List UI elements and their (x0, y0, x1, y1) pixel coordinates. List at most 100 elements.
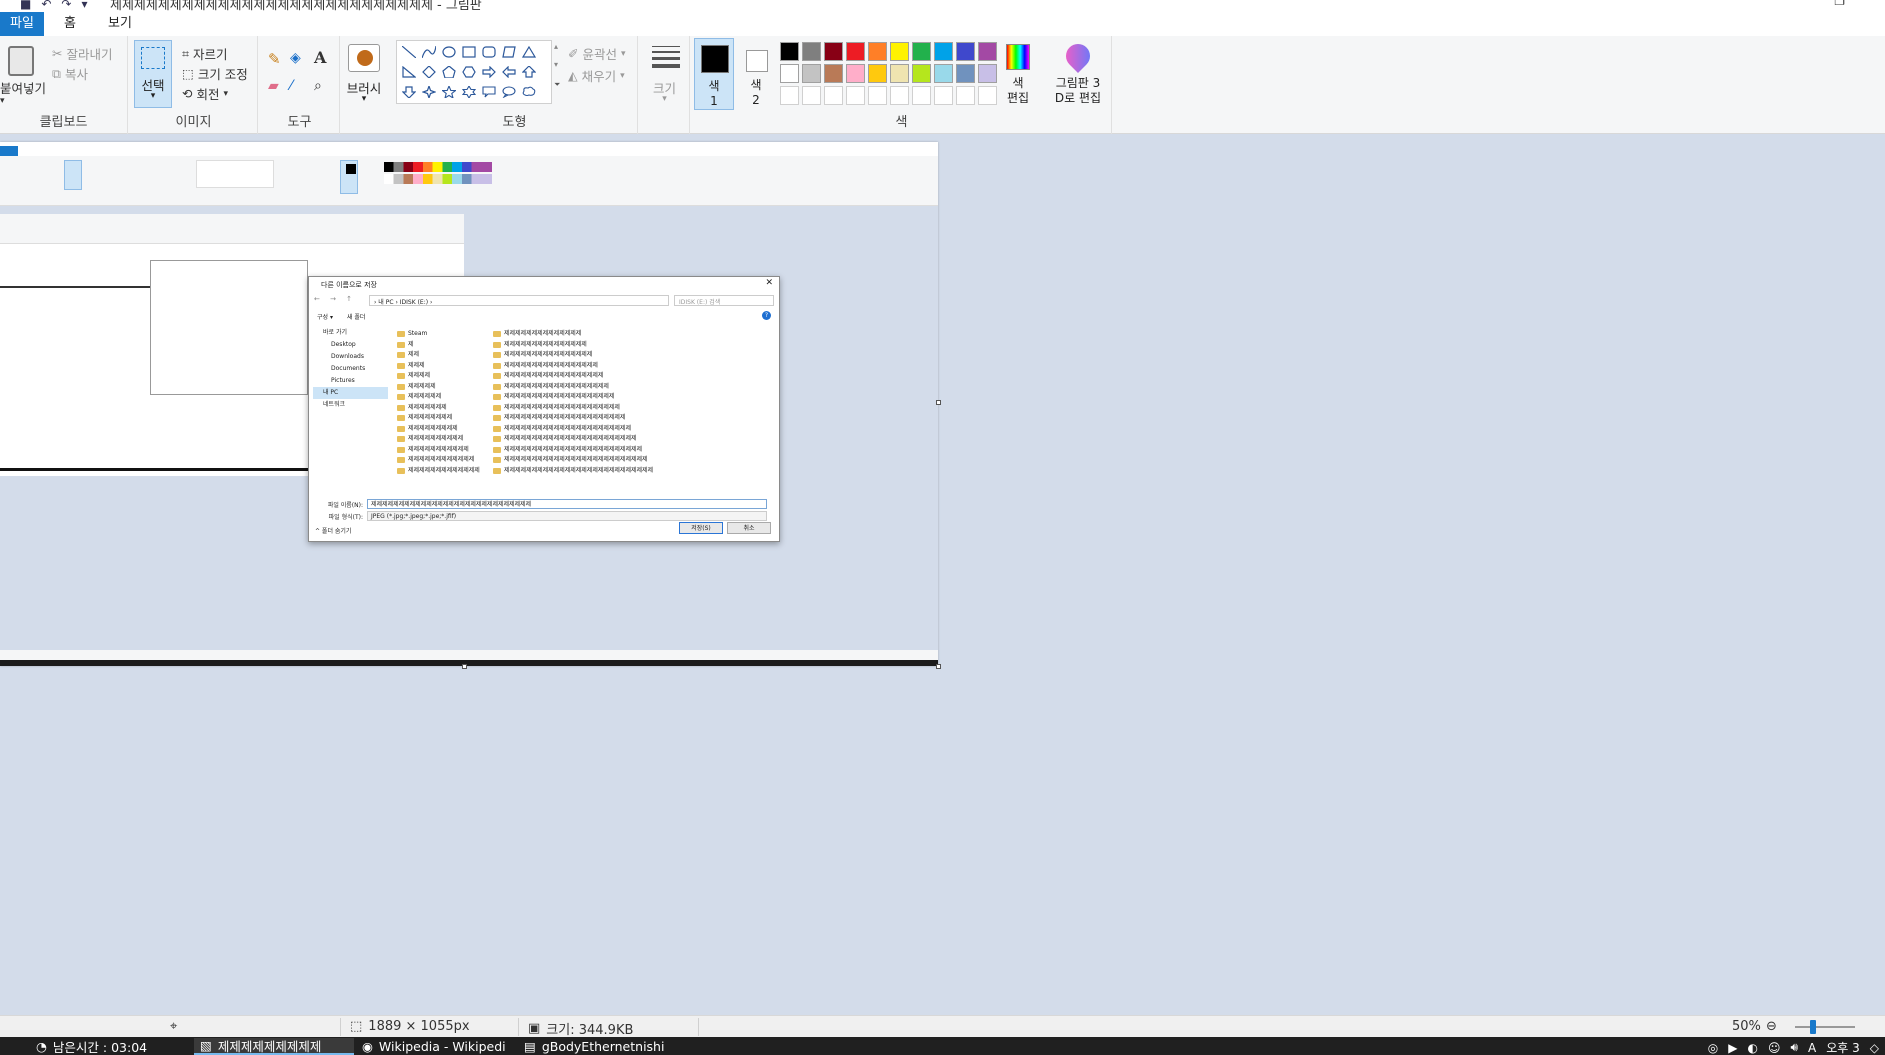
color-swatch[interactable] (912, 86, 931, 105)
color-swatch[interactable] (868, 42, 887, 61)
dialog-nav-arrows[interactable]: ← → ↑ (314, 295, 356, 303)
folder-item[interactable]: 제제제제제제제제제제제제제제제제제제제제제제제제제제 (493, 455, 653, 466)
triangle-shape-icon[interactable] (521, 45, 537, 59)
zoom-slider-track[interactable] (1795, 1026, 1855, 1028)
tray-edge-icon[interactable]: ◐ (1747, 1041, 1757, 1055)
folder-item[interactable]: 제제제제제제제제제제제제제제제제제제제제 (493, 392, 653, 403)
color-swatch[interactable] (780, 86, 799, 105)
rotate-button[interactable]: ⟲ 회전 ▾ (182, 84, 228, 103)
color-swatch[interactable] (802, 42, 821, 61)
five-point-star-icon[interactable] (441, 85, 457, 99)
color-swatch[interactable] (890, 42, 909, 61)
dialog-close-icon[interactable]: ✕ (765, 278, 773, 288)
six-point-star-icon[interactable] (461, 85, 477, 99)
taskbar-item-timer[interactable]: ◔ 남은시간 : 03:04 (30, 1038, 190, 1055)
new-folder-button[interactable]: 새 폴더 (347, 312, 365, 321)
pencil-icon[interactable]: ✎ (268, 50, 281, 68)
oval-shape-icon[interactable] (441, 45, 457, 59)
hide-folders-button[interactable]: ^ 폴더 숨기기 (315, 526, 351, 535)
redo-icon[interactable]: ↷ (61, 0, 71, 11)
folder-item[interactable]: 제제제제제제제제제제제제제제제제제제제 (493, 382, 653, 393)
color-picker-icon[interactable]: ⁄ (290, 78, 292, 94)
resize-button[interactable]: ⬚ 크기 조정 (182, 64, 248, 83)
pentagon-shape-icon[interactable] (441, 65, 457, 79)
folder-item[interactable]: 제제제제제 (397, 382, 480, 393)
undo-icon[interactable]: ↶ (41, 0, 51, 11)
color-swatch[interactable] (824, 64, 843, 83)
drawing-canvas[interactable]: 다른 이름으로 저장 ✕ ← → ↑ › 내 PC › IDISK (E:) ›… (0, 142, 938, 666)
color-swatch[interactable] (978, 64, 997, 83)
folder-item[interactable]: 제제제제제제제제제제제 (397, 445, 480, 456)
tab-file[interactable]: 파일 (0, 12, 44, 36)
color-swatch[interactable] (912, 42, 931, 61)
clock-text[interactable]: 오후 3 (1826, 1039, 1860, 1055)
dialog-nav-item[interactable]: 내 PC (313, 387, 388, 399)
color-swatch[interactable] (956, 86, 975, 105)
paste-button[interactable]: 붙여넣기 (0, 78, 46, 97)
color-swatch[interactable] (868, 64, 887, 83)
organize-button[interactable]: 구성 ▾ (317, 312, 333, 321)
folder-item[interactable]: 제제제제제제제제제제제제제제제제제제제제제제 (493, 413, 653, 424)
up-arrow-shape-icon[interactable] (521, 65, 537, 79)
line-shape-icon[interactable] (401, 45, 417, 59)
dialog-address-bar[interactable]: › 내 PC › IDISK (E:) › (369, 295, 669, 306)
folder-item[interactable]: 제제제제 (397, 371, 480, 382)
cancel-button[interactable]: 취소 (727, 522, 771, 534)
fill-button[interactable]: ◭ 채우기 ▾ (568, 66, 625, 85)
color-swatch[interactable] (956, 42, 975, 61)
ime-icon[interactable]: A (1808, 1041, 1816, 1055)
folder-item[interactable]: 제제제제제제제제제제제제제제제제제제제제제제제제 (493, 434, 653, 445)
taskbar-item-notepad[interactable]: ▤ gBodyEthernetnishi (518, 1038, 678, 1055)
start-button[interactable] (0, 1038, 20, 1055)
canvas-resize-handle-bottom[interactable] (462, 664, 467, 669)
crop-button[interactable]: ⌗ 자르기 (182, 44, 228, 63)
edit-paint3d-button[interactable]: 그림판 3 D로 편집 (1048, 39, 1108, 112)
folder-item[interactable]: 제제제제제제제제제제제제제제제제제제제제제제제제제제제 (493, 466, 653, 477)
folder-item[interactable]: 제제제제제제제제제제제제제 (397, 466, 480, 477)
folder-item[interactable]: 제제제제제제제제제제제제제제제제제제 (493, 371, 653, 382)
tab-home[interactable]: 홈 (50, 12, 90, 36)
canvas-resize-handle-right[interactable] (936, 400, 941, 405)
folder-item[interactable]: 제제제제제제제제제제제제제제제제제 (493, 361, 653, 372)
canvas-resize-handle-corner[interactable] (936, 664, 941, 669)
rounded-rect-shape-icon[interactable] (481, 45, 497, 59)
select-button[interactable]: 선택 ▾ (134, 40, 172, 108)
color-swatch[interactable] (890, 86, 909, 105)
folder-item[interactable]: 제제 (397, 350, 480, 361)
oval-callout-icon[interactable] (501, 85, 517, 99)
save-button[interactable]: 저장(S) (679, 522, 723, 534)
eraser-icon[interactable]: ▰ (268, 78, 279, 94)
dialog-nav-item[interactable]: Documents (313, 363, 388, 375)
zoom-slider-thumb[interactable] (1810, 1020, 1816, 1034)
color-swatch[interactable] (846, 64, 865, 83)
size-lines-icon[interactable] (652, 46, 680, 68)
dialog-nav-item[interactable]: 네트워크 (313, 399, 388, 411)
edit-colors-button[interactable]: 색 편집 (1000, 42, 1036, 112)
save-icon[interactable]: ■ (20, 0, 31, 11)
folder-item[interactable]: 제제제제제제제제제제제제제제제 (493, 340, 653, 351)
folder-item[interactable]: 제제제제제제 (397, 392, 480, 403)
color-swatch[interactable] (824, 42, 843, 61)
tray-app-icon[interactable]: ◎ (1708, 1041, 1718, 1055)
color-swatch[interactable] (978, 42, 997, 61)
color-swatch[interactable] (978, 86, 997, 105)
notification-icon[interactable]: ◇ (1870, 1041, 1879, 1055)
color-swatch[interactable] (890, 64, 909, 83)
right-triangle-shape-icon[interactable] (401, 65, 417, 79)
color-swatch[interactable] (934, 42, 953, 61)
text-tool-icon[interactable]: A (314, 48, 326, 67)
color-swatch[interactable] (802, 86, 821, 105)
folder-item[interactable]: 제제제제제제제제제제제제제제 (493, 329, 653, 340)
dialog-nav-item[interactable]: Pictures (313, 375, 388, 387)
left-arrow-shape-icon[interactable] (501, 65, 517, 79)
dialog-nav-item[interactable]: Desktop (313, 339, 388, 351)
fill-bucket-icon[interactable]: ◈ (290, 50, 301, 66)
cut-button[interactable]: ✂ 잘라내기 (52, 44, 113, 63)
color-swatch[interactable] (846, 86, 865, 105)
color-swatch[interactable] (846, 42, 865, 61)
color-swatch[interactable] (824, 86, 843, 105)
dialog-nav-item[interactable]: 바로 가기 (313, 327, 388, 339)
folder-item[interactable]: 제제제제제제제제제제제제제제제제제제제제제제제제제 (493, 445, 653, 456)
help-icon[interactable]: ? (762, 311, 771, 320)
taskbar-item-browser[interactable]: ◉ Wikipedia - Wikipedi (356, 1038, 516, 1055)
